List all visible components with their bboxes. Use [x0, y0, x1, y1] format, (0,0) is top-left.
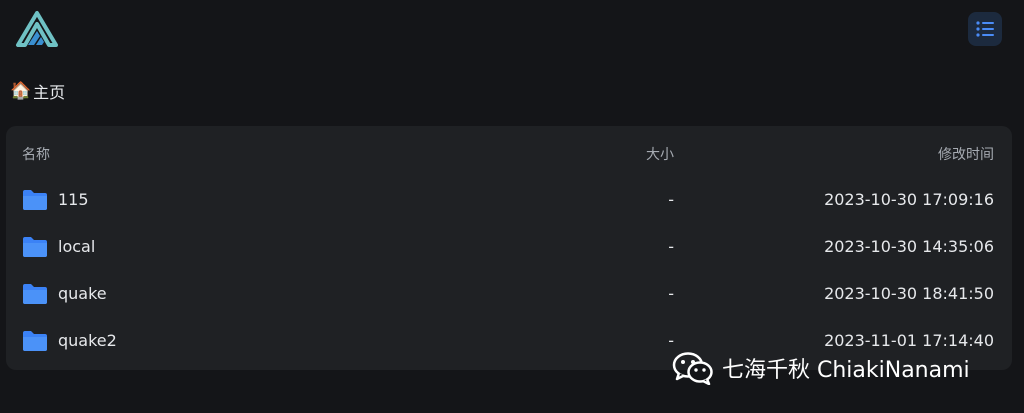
- file-name[interactable]: quake: [58, 284, 107, 303]
- wechat-watermark: 七海千秋 ChiakiNanami: [672, 348, 970, 388]
- folder-icon: [23, 330, 47, 351]
- file-name[interactable]: quake2: [58, 331, 117, 350]
- folder-icon: [23, 236, 47, 257]
- column-header-size[interactable]: 大小: [646, 144, 674, 164]
- table-row[interactable]: quake - 2023-10-30 18:41:50: [6, 270, 1012, 317]
- alist-logo-icon[interactable]: [14, 10, 60, 50]
- column-header-name[interactable]: 名称: [22, 144, 50, 164]
- folder-icon: [23, 189, 47, 210]
- menu-button[interactable]: [968, 12, 1002, 46]
- table-row[interactable]: local - 2023-10-30 14:35:06: [6, 223, 1012, 270]
- file-size: -: [668, 190, 674, 209]
- table-row[interactable]: 115 - 2023-10-30 17:09:16: [6, 176, 1012, 223]
- file-name[interactable]: local: [58, 237, 95, 256]
- house-icon: 🏠: [10, 80, 32, 101]
- file-modified: 2023-10-30 18:41:50: [824, 284, 994, 303]
- breadcrumb-home-link[interactable]: 主页: [33, 79, 65, 103]
- column-header-modified[interactable]: 修改时间: [938, 144, 994, 164]
- watermark-text: 七海千秋 ChiakiNanami: [722, 358, 970, 383]
- folder-icon: [23, 283, 47, 304]
- breadcrumb: 🏠 主页: [10, 80, 65, 102]
- wechat-icon: [672, 352, 713, 385]
- table-header: 名称 大小 修改时间: [6, 132, 1012, 176]
- file-modified: 2023-10-30 17:09:16: [824, 190, 994, 209]
- file-list-panel: 名称 大小 修改时间 115 - 2023-10-30 17:09:16 loc…: [6, 126, 1012, 370]
- file-modified: 2023-10-30 14:35:06: [824, 237, 994, 256]
- list-icon: [976, 21, 994, 37]
- file-size: -: [668, 237, 674, 256]
- file-size: -: [668, 284, 674, 303]
- file-name[interactable]: 115: [58, 190, 89, 209]
